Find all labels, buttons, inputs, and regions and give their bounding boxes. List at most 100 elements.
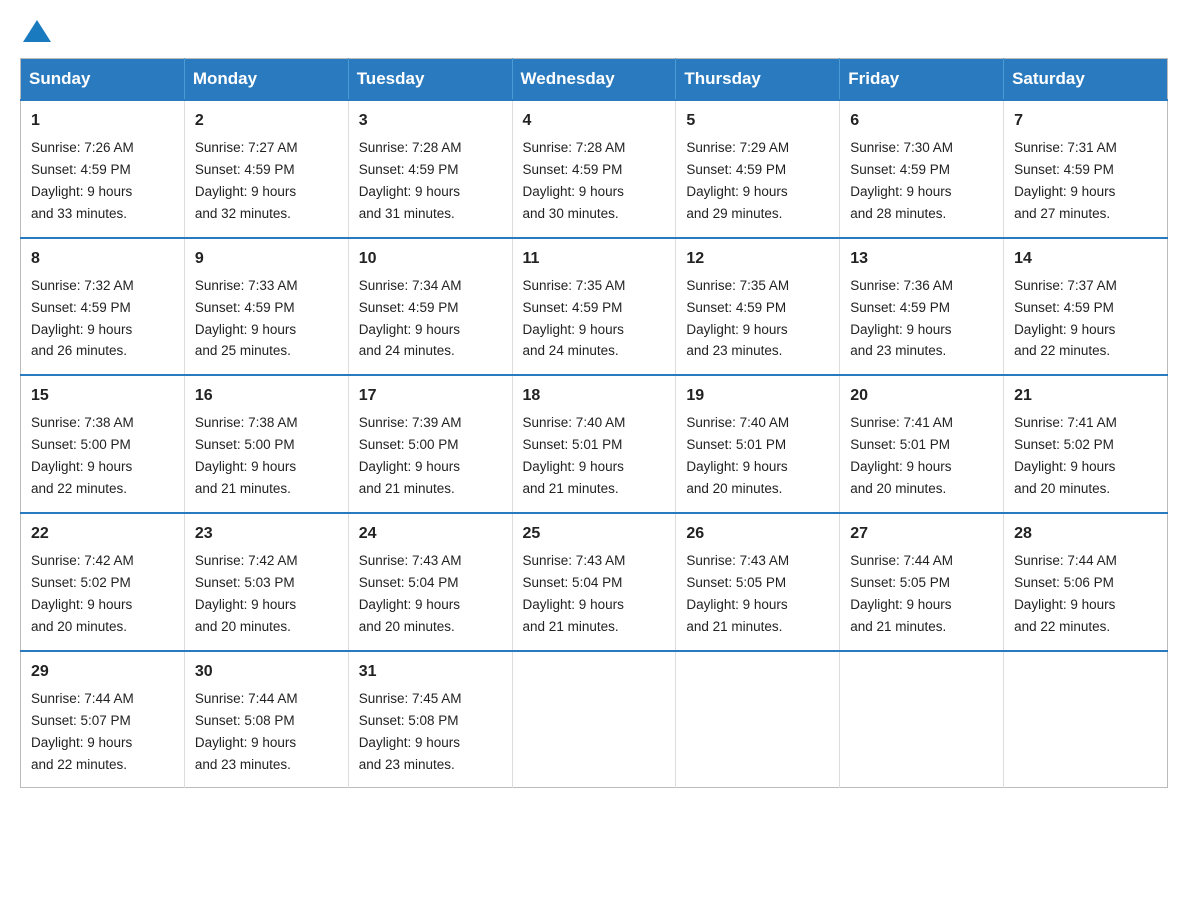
day-info: Sunrise: 7:35 AMSunset: 4:59 PMDaylight:… <box>523 278 626 359</box>
day-number: 17 <box>359 384 502 408</box>
day-number: 28 <box>1014 522 1157 546</box>
day-info: Sunrise: 7:34 AMSunset: 4:59 PMDaylight:… <box>359 278 462 359</box>
day-number: 6 <box>850 109 993 133</box>
day-number: 13 <box>850 247 993 271</box>
header-sunday: Sunday <box>21 59 185 101</box>
header-monday: Monday <box>184 59 348 101</box>
calendar-day-cell: 13 Sunrise: 7:36 AMSunset: 4:59 PMDayligh… <box>840 238 1004 376</box>
calendar-day-cell: 9 Sunrise: 7:33 AMSunset: 4:59 PMDaylight… <box>184 238 348 376</box>
calendar-day-cell: 14 Sunrise: 7:37 AMSunset: 4:59 PMDayligh… <box>1004 238 1168 376</box>
day-number: 19 <box>686 384 829 408</box>
day-number: 12 <box>686 247 829 271</box>
calendar-empty-cell <box>1004 651 1168 788</box>
calendar-day-cell: 6 Sunrise: 7:30 AMSunset: 4:59 PMDaylight… <box>840 100 1004 238</box>
calendar-week-row: 15 Sunrise: 7:38 AMSunset: 5:00 PMDayligh… <box>21 375 1168 513</box>
calendar-day-cell: 10 Sunrise: 7:34 AMSunset: 4:59 PMDayligh… <box>348 238 512 376</box>
day-info: Sunrise: 7:32 AMSunset: 4:59 PMDaylight:… <box>31 278 134 359</box>
calendar-day-cell: 31Sunrise: 7:45 AMSunset: 5:08 PMDayligh… <box>348 651 512 788</box>
calendar-day-cell: 26 Sunrise: 7:43 AMSunset: 5:05 PMDayligh… <box>676 513 840 651</box>
day-info: Sunrise: 7:44 AMSunset: 5:06 PMDaylight:… <box>1014 553 1117 634</box>
day-number: 26 <box>686 522 829 546</box>
day-number: 4 <box>523 109 666 133</box>
calendar-day-cell: 21 Sunrise: 7:41 AMSunset: 5:02 PMDayligh… <box>1004 375 1168 513</box>
day-info: Sunrise: 7:26 AMSunset: 4:59 PMDaylight:… <box>31 140 134 221</box>
day-number: 9 <box>195 247 338 271</box>
day-info: Sunrise: 7:44 AMSunset: 5:07 PMDaylight:… <box>31 691 134 772</box>
day-info: Sunrise: 7:31 AMSunset: 4:59 PMDaylight:… <box>1014 140 1117 221</box>
day-info: Sunrise: 7:40 AMSunset: 5:01 PMDaylight:… <box>686 415 789 496</box>
day-info: Sunrise: 7:38 AMSunset: 5:00 PMDaylight:… <box>31 415 134 496</box>
day-info: Sunrise: 7:40 AMSunset: 5:01 PMDaylight:… <box>523 415 626 496</box>
day-number: 30 <box>195 660 338 684</box>
day-number: 5 <box>686 109 829 133</box>
calendar-day-cell: 22Sunrise: 7:42 AMSunset: 5:02 PMDayligh… <box>21 513 185 651</box>
day-number: 18 <box>523 384 666 408</box>
day-number: 11 <box>523 247 666 271</box>
day-info: Sunrise: 7:28 AMSunset: 4:59 PMDaylight:… <box>523 140 626 221</box>
day-number: 22 <box>31 522 174 546</box>
calendar-day-cell: 5 Sunrise: 7:29 AMSunset: 4:59 PMDaylight… <box>676 100 840 238</box>
day-number: 7 <box>1014 109 1157 133</box>
calendar-day-cell: 2 Sunrise: 7:27 AMSunset: 4:59 PMDaylight… <box>184 100 348 238</box>
day-info: Sunrise: 7:36 AMSunset: 4:59 PMDaylight:… <box>850 278 953 359</box>
day-number: 27 <box>850 522 993 546</box>
day-info: Sunrise: 7:41 AMSunset: 5:02 PMDaylight:… <box>1014 415 1117 496</box>
day-info: Sunrise: 7:44 AMSunset: 5:05 PMDaylight:… <box>850 553 953 634</box>
calendar-header-row: SundayMondayTuesdayWednesdayThursdayFrid… <box>21 59 1168 101</box>
day-number: 21 <box>1014 384 1157 408</box>
day-info: Sunrise: 7:43 AMSunset: 5:04 PMDaylight:… <box>523 553 626 634</box>
day-number: 3 <box>359 109 502 133</box>
day-number: 23 <box>195 522 338 546</box>
day-info: Sunrise: 7:29 AMSunset: 4:59 PMDaylight:… <box>686 140 789 221</box>
day-info: Sunrise: 7:30 AMSunset: 4:59 PMDaylight:… <box>850 140 953 221</box>
day-number: 29 <box>31 660 174 684</box>
calendar-day-cell: 17 Sunrise: 7:39 AMSunset: 5:00 PMDayligh… <box>348 375 512 513</box>
calendar-day-cell: 15 Sunrise: 7:38 AMSunset: 5:00 PMDayligh… <box>21 375 185 513</box>
calendar-day-cell: 18 Sunrise: 7:40 AMSunset: 5:01 PMDayligh… <box>512 375 676 513</box>
calendar-day-cell: 23 Sunrise: 7:42 AMSunset: 5:03 PMDayligh… <box>184 513 348 651</box>
calendar-day-cell: 28 Sunrise: 7:44 AMSunset: 5:06 PMDayligh… <box>1004 513 1168 651</box>
calendar-day-cell: 12Sunrise: 7:35 AMSunset: 4:59 PMDayligh… <box>676 238 840 376</box>
day-info: Sunrise: 7:37 AMSunset: 4:59 PMDaylight:… <box>1014 278 1117 359</box>
calendar-day-cell: 19 Sunrise: 7:40 AMSunset: 5:01 PMDayligh… <box>676 375 840 513</box>
day-number: 1 <box>31 109 174 133</box>
calendar-week-row: 22Sunrise: 7:42 AMSunset: 5:02 PMDayligh… <box>21 513 1168 651</box>
calendar-empty-cell <box>676 651 840 788</box>
day-info: Sunrise: 7:45 AMSunset: 5:08 PMDaylight:… <box>359 691 462 772</box>
calendar-day-cell: 29 Sunrise: 7:44 AMSunset: 5:07 PMDayligh… <box>21 651 185 788</box>
calendar-day-cell: 4 Sunrise: 7:28 AMSunset: 4:59 PMDaylight… <box>512 100 676 238</box>
calendar-day-cell: 11 Sunrise: 7:35 AMSunset: 4:59 PMDayligh… <box>512 238 676 376</box>
logo-triangle-icon <box>23 20 51 42</box>
calendar-day-cell: 27 Sunrise: 7:44 AMSunset: 5:05 PMDayligh… <box>840 513 1004 651</box>
day-number: 16 <box>195 384 338 408</box>
day-info: Sunrise: 7:33 AMSunset: 4:59 PMDaylight:… <box>195 278 298 359</box>
day-number: 24 <box>359 522 502 546</box>
calendar-day-cell: 16 Sunrise: 7:38 AMSunset: 5:00 PMDayligh… <box>184 375 348 513</box>
day-info: Sunrise: 7:42 AMSunset: 5:03 PMDaylight:… <box>195 553 298 634</box>
day-number: 10 <box>359 247 502 271</box>
day-info: Sunrise: 7:43 AMSunset: 5:05 PMDaylight:… <box>686 553 789 634</box>
day-number: 2 <box>195 109 338 133</box>
page-header <box>20 20 1168 40</box>
calendar-day-cell: 1 Sunrise: 7:26 AMSunset: 4:59 PMDaylight… <box>21 100 185 238</box>
calendar-empty-cell <box>512 651 676 788</box>
day-info: Sunrise: 7:41 AMSunset: 5:01 PMDaylight:… <box>850 415 953 496</box>
calendar-day-cell: 25 Sunrise: 7:43 AMSunset: 5:04 PMDayligh… <box>512 513 676 651</box>
day-number: 20 <box>850 384 993 408</box>
day-info: Sunrise: 7:39 AMSunset: 5:00 PMDaylight:… <box>359 415 462 496</box>
day-number: 8 <box>31 247 174 271</box>
calendar-week-row: 1 Sunrise: 7:26 AMSunset: 4:59 PMDaylight… <box>21 100 1168 238</box>
calendar-day-cell: 7 Sunrise: 7:31 AMSunset: 4:59 PMDaylight… <box>1004 100 1168 238</box>
calendar-day-cell: 30Sunrise: 7:44 AMSunset: 5:08 PMDayligh… <box>184 651 348 788</box>
calendar-week-row: 8 Sunrise: 7:32 AMSunset: 4:59 PMDaylight… <box>21 238 1168 376</box>
day-number: 14 <box>1014 247 1157 271</box>
calendar-day-cell: 8 Sunrise: 7:32 AMSunset: 4:59 PMDaylight… <box>21 238 185 376</box>
day-number: 15 <box>31 384 174 408</box>
day-info: Sunrise: 7:28 AMSunset: 4:59 PMDaylight:… <box>359 140 462 221</box>
calendar-table: SundayMondayTuesdayWednesdayThursdayFrid… <box>20 58 1168 788</box>
day-info: Sunrise: 7:38 AMSunset: 5:00 PMDaylight:… <box>195 415 298 496</box>
calendar-week-row: 29 Sunrise: 7:44 AMSunset: 5:07 PMDayligh… <box>21 651 1168 788</box>
day-number: 25 <box>523 522 666 546</box>
day-info: Sunrise: 7:27 AMSunset: 4:59 PMDaylight:… <box>195 140 298 221</box>
header-friday: Friday <box>840 59 1004 101</box>
